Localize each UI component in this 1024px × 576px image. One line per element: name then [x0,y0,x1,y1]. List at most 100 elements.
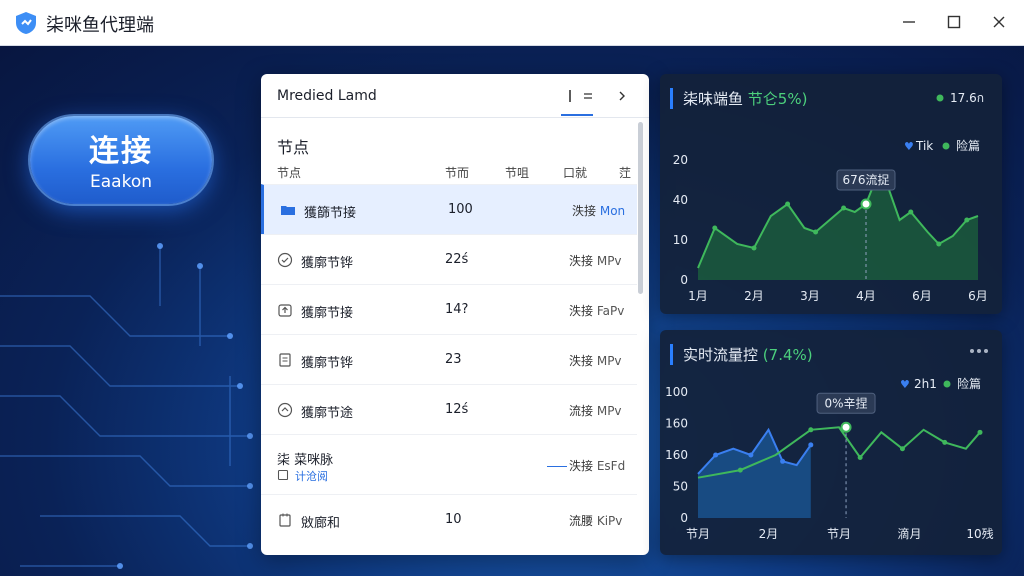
document-icon [279,353,291,367]
node-name: 獲廓节途 [301,406,354,421]
more-icon[interactable] [970,349,988,353]
minimize-icon [903,21,915,23]
app-title: 柒咪鱼代理端 [46,15,154,36]
check-circle-icon [277,252,293,268]
node-panel-title: Mredied Lamd [277,88,377,104]
table-row[interactable]: 獲廓节铧 23 泆接 MPv [261,334,637,384]
y-tick-label: 40 [673,193,688,207]
data-point [737,467,743,473]
table-row[interactable]: 柒 菜咪脉 计沧阅 泆接 EsFd [261,434,637,494]
x-tick-label: 3月 [800,289,820,303]
close-button[interactable] [982,8,1016,36]
list-icon [569,90,571,102]
y-tick-label: 160 [665,448,688,462]
next-button[interactable] [611,86,633,106]
scrollbar[interactable] [638,122,643,294]
node-name: 獲廓节接 [301,306,354,321]
data-point [748,452,754,458]
column-header-value: 节而 [445,166,470,180]
legend-dot-icon [936,94,944,102]
x-tick-label: 2月 [759,527,779,541]
x-tick-label: 1月 [688,289,708,303]
table-row[interactable]: 獲篩节接 100 泆接 Mon [261,184,637,234]
column-header-node: 节点 [277,166,302,180]
chart-bottom-svg: ♥ 2h1 险篇 0 50 160 160 100 节月 2月 节月 滴月 10残 0%辛捏 [665,349,994,541]
tooltip-text: 0%辛捏 [825,395,868,410]
data-point [964,217,970,223]
minimize-button[interactable] [892,8,926,36]
data-point [977,429,983,435]
node-status: 泆接 EsFd [569,459,626,473]
node-status: 泆接 Mon [572,204,626,218]
node-panel-header: Mredied Lamd [261,74,649,118]
x-tick-label: 4月 [856,289,876,303]
connect-label: 连接 [89,134,153,169]
y-tick-label: 0 [680,511,688,525]
calendar-icon [279,513,291,527]
chart-card-bottom: 实时流量控 (7.4%) ♥ 2h1 险篇 0 50 160 160 100 节月 2月 节月… [660,330,1002,555]
data-point [908,209,914,215]
node-value: 22ś [445,252,469,267]
node-name: 獲廓节铧 [301,256,354,271]
data-point [713,452,719,458]
node-value: 14? [445,302,469,317]
legend-series-1: 2h1 [914,377,937,391]
tooltip-text: 676流捉 [843,172,890,187]
table-row[interactable]: 獲廓节接 14? 泆接 FaPv [261,284,637,334]
tab-menu[interactable] [577,86,599,106]
upload-icon [278,304,292,317]
chart-top-svg: 17.6ก ♥ Tik 险篇 0 10 40 20 1月 2月 3月 4月 6月 6月 676流捉 [673,91,988,303]
highlight-point [840,421,852,433]
x-tick-label: 滴月 [897,526,921,541]
node-status: 泆接 FaPv [569,304,625,318]
y-tick-label: 10 [673,233,688,247]
app-window: 柒咪鱼代理端 连接 Eaakon Mredied Lamd 节点 节点 节而 节… [0,0,1024,576]
title-bar: 柒咪鱼代理端 [0,0,1024,46]
column-header-extra: 茳 [619,166,632,180]
column-header-latency: 节咀 [505,166,530,180]
menu-icon [584,93,592,99]
y-tick-label: 160 [665,417,688,431]
data-point [857,455,863,461]
table-row[interactable]: 敓廊和 10 流腰 KiPv [261,494,637,544]
node-status: 泆接 MPv [569,254,622,268]
y-tick-label: 50 [673,480,688,494]
data-point [841,205,847,211]
chevron-right-icon [619,91,625,101]
connect-button[interactable]: 连接 Eaakon [30,116,212,204]
data-point [780,458,786,464]
node-value: 23 [445,352,462,367]
legend-series-2: 险篇 [957,376,981,391]
data-point [936,241,942,247]
node-name: 獲廓节铧 [301,356,354,371]
data-point [808,442,814,448]
table-row[interactable]: 獲廓节铧 22ś 泆接 MPv [261,234,637,284]
x-tick-label: 节月 [686,527,710,541]
y-tick-label: 0 [680,273,688,287]
chart-card-top: 柒味端鱼 节仑5%) 17.6ก ♥ Tik 险篇 0 10 40 20 1月 2月 3月 4… [660,74,1002,314]
legend-series-2: 险篇 [956,138,980,153]
node-name: 敓廊和 [301,516,341,531]
shield-app-icon [16,12,36,34]
x-tick-label: 10残 [966,527,993,541]
y-tick-label: 100 [665,385,688,399]
legend-series-1: Tik [915,139,933,153]
progress-line [547,466,567,467]
node-panel: Mredied Lamd 节点 节点 节而 节咀 口就 茳 獲篩节接 100 泆… [261,74,649,555]
heart-icon: ♥ [900,378,910,391]
x-tick-label: 6月 [912,289,932,303]
node-value: 100 [448,202,473,217]
data-point [808,427,814,433]
section-title: 节点 [277,138,310,157]
refresh-icon [277,402,293,418]
x-tick-label: 6月 [968,289,988,303]
node-value: 12ś [445,402,469,417]
node-status: 流腰 KiPv [569,514,623,528]
table-row[interactable]: 獲廓节途 12ś 流接 MPv [261,384,637,434]
series-area [698,176,978,280]
data-point [899,446,905,452]
maximize-button[interactable] [937,8,971,36]
data-point [813,229,819,235]
column-header-status: 口就 [563,166,588,180]
y-tick-label: 20 [673,153,688,167]
